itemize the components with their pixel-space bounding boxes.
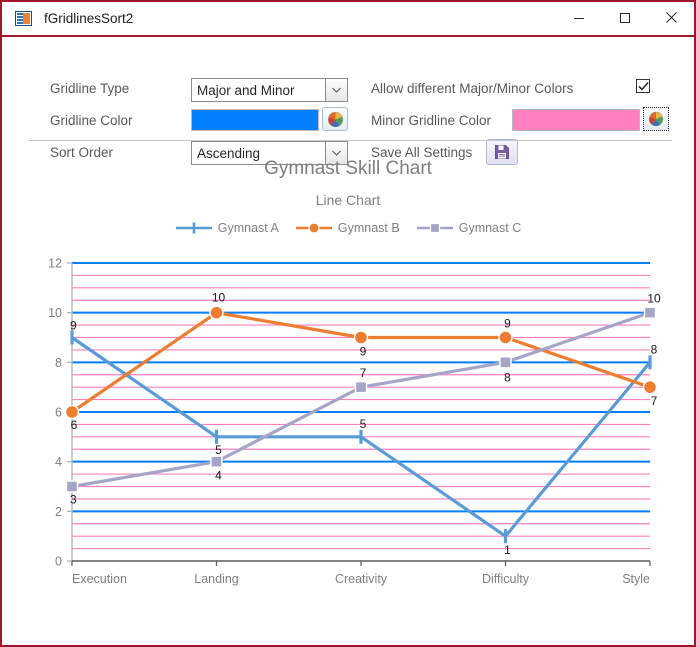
data-point-marker <box>353 330 369 345</box>
x-category-label: Creativity <box>335 572 388 586</box>
x-category-label: Execution <box>72 572 127 586</box>
close-icon <box>665 12 677 23</box>
y-tick-label: 6 <box>55 406 62 420</box>
checkmark-icon <box>637 81 649 91</box>
minimize-icon <box>574 17 584 19</box>
minor-gridline-color-label: Minor Gridline Color <box>371 113 492 128</box>
data-label: 10 <box>212 291 226 305</box>
data-point-marker <box>498 330 513 345</box>
data-point-marker <box>499 356 512 369</box>
color-wheel-icon <box>648 111 664 127</box>
window-controls <box>556 2 694 33</box>
gridline-color-swatch[interactable] <box>191 109 319 131</box>
maximize-icon <box>620 12 630 23</box>
minimize-button[interactable] <box>556 2 602 33</box>
gridline-color-label: Gridline Color <box>50 113 133 128</box>
x-category-label: Landing <box>194 572 239 586</box>
color-wheel-icon <box>327 111 343 127</box>
y-tick-label: 8 <box>55 356 62 370</box>
panel-separator <box>28 140 672 141</box>
x-category-label: Difficulty <box>482 572 530 586</box>
data-label: 4 <box>215 469 222 483</box>
data-label: 6 <box>71 418 78 432</box>
data-point-marker <box>642 379 658 395</box>
access-form-icon <box>15 11 32 26</box>
allow-different-colors-checkbox[interactable] <box>636 79 650 93</box>
y-tick-label: 10 <box>48 306 62 320</box>
application-window: fGridlinesSort2 Gridline Type Major and … <box>0 0 696 647</box>
minor-gridline-color-picker-button[interactable] <box>643 107 669 131</box>
gridline-type-value: Major and Minor <box>197 82 295 98</box>
gridline-type-label: Gridline Type <box>50 81 130 96</box>
title-bar: fGridlinesSort2 <box>2 2 694 37</box>
data-label: 8 <box>651 342 658 356</box>
data-label: 9 <box>360 345 367 359</box>
close-button[interactable] <box>648 2 694 33</box>
data-point-marker <box>354 380 368 394</box>
data-label: 1 <box>504 543 511 557</box>
y-tick-label: 12 <box>48 257 62 271</box>
data-label: 9 <box>70 319 77 333</box>
data-label: 10 <box>647 292 661 306</box>
data-point-marker <box>210 455 223 468</box>
plot-svg: 0 2 4 6 8 10 12 Execution Landing Creativity Diffi… <box>48 257 661 587</box>
settings-panel: Gridline Type Major and Minor Gridline C… <box>2 37 694 165</box>
data-point-marker <box>65 480 79 493</box>
data-label: 9 <box>504 317 511 331</box>
y-tick-label: 4 <box>55 455 62 469</box>
data-label: 5 <box>360 417 367 431</box>
allow-different-colors-label: Allow different Major/Minor Colors <box>371 81 574 96</box>
chevron-down-icon[interactable] <box>325 79 347 101</box>
data-label: 5 <box>215 443 222 457</box>
gridline-color-picker-button[interactable] <box>322 107 348 131</box>
chart-area: Gymnast Skill Chart Line Chart Gymnast A… <box>2 145 694 645</box>
data-point-marker <box>64 404 80 420</box>
minor-gridline-color-swatch[interactable] <box>512 109 640 131</box>
y-tick-label: 2 <box>55 505 62 519</box>
data-point-marker <box>209 305 224 320</box>
y-tick-label: 0 <box>55 555 62 569</box>
data-label: 3 <box>70 493 77 507</box>
data-label: 7 <box>360 366 367 380</box>
maximize-button[interactable] <box>602 2 648 33</box>
gridline-type-combobox[interactable]: Major and Minor <box>191 78 348 102</box>
data-label: 8 <box>504 370 511 384</box>
x-category-label: Style <box>622 572 650 586</box>
window-title: fGridlinesSort2 <box>44 11 134 26</box>
data-point-marker <box>643 306 657 319</box>
data-label: 7 <box>651 394 658 408</box>
